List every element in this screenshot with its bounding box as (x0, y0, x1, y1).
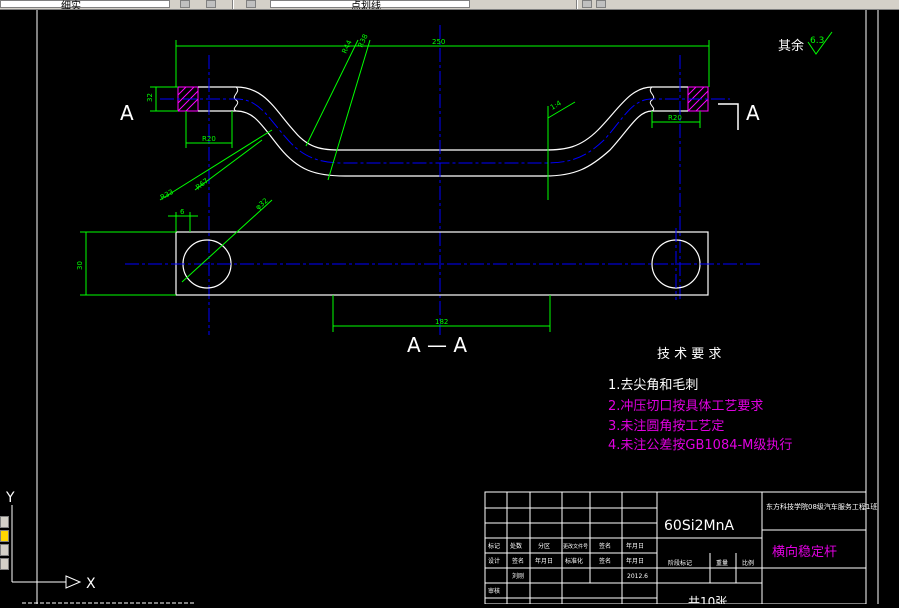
layer-properties-button[interactable] (206, 0, 216, 8)
tb-header-zone: 分区 (538, 542, 550, 550)
dim-text-center-distance: 182 (435, 318, 448, 326)
ucs-y-label: Y (5, 490, 15, 506)
tb-designer: 刘刚 (512, 572, 524, 580)
tech-requirements-title: 技 术 要 求 (657, 347, 721, 362)
tb-header-standard-date: 年月日 (626, 557, 644, 565)
leader-hole-diameter (181, 199, 273, 283)
dim-text-height: 32 (146, 93, 154, 102)
tb-header-design-date: 年月日 (535, 557, 553, 565)
linetype-combo[interactable]: 点划线 (270, 0, 470, 10)
toolbar: 细实 点划线 (0, 0, 899, 10)
drawing-svg: 250 32 R20 R20 R44 R38 R33 R67 1:4 A A 其… (5, 10, 879, 608)
section-view-dimensions (80, 199, 551, 332)
leader-radius-b (327, 39, 371, 181)
tb-scale-label: 比例 (742, 559, 754, 567)
section-mark-right: A (746, 101, 760, 125)
dim-text-hole-offset: 6 (180, 208, 185, 216)
tb-header-design-sign: 签名 (512, 557, 524, 565)
tb-header-standard: 标准化 (565, 557, 583, 565)
layer-combo-text: 细实 (61, 1, 81, 10)
surface-note: 其余 (778, 38, 804, 54)
dim-text-radius-c: R33 (159, 188, 175, 202)
dim-text-overall: 250 (432, 38, 445, 46)
tb-header-date: 年月日 (626, 542, 644, 550)
ucs-x-arrow (65, 575, 82, 589)
tb-school-line: 东方科技学院08级汽车服务工程1班 (766, 502, 877, 511)
dim-text-radius-d: R67 (194, 177, 210, 192)
front-view (160, 25, 730, 335)
layer-dropdown-button[interactable] (180, 0, 190, 8)
ucs-icon: Y X (5, 490, 96, 592)
roughness-value: 6.3 (810, 36, 824, 46)
tb-review: 审核 (488, 587, 500, 595)
tb-stage-label: 阶段标记 (668, 559, 692, 567)
bar-outline-top (198, 86, 688, 151)
tb-header-design: 设计 (488, 557, 500, 565)
tb-part-name: 横向稳定杆 (772, 544, 837, 560)
tb-header-change-doc: 更改文件号 (563, 543, 588, 550)
section-title: A — A (407, 333, 467, 357)
layer-icon[interactable] (246, 0, 256, 8)
side-tool-button[interactable] (0, 544, 9, 556)
side-tool-button[interactable] (0, 530, 9, 542)
section-view (125, 228, 760, 300)
tb-sheet: 共10张 (688, 595, 727, 604)
dim-text-hole-diameter: φ32 (254, 197, 270, 212)
toolbar-separator (232, 0, 234, 9)
side-tool-button[interactable] (0, 516, 9, 528)
tb-header-sign: 签名 (599, 542, 611, 550)
layer-combo[interactable]: 细实 (0, 0, 170, 10)
tech-requirement-item-4: 4.未注公差按GB1084-M级执行 (608, 438, 792, 453)
side-tool-button[interactable] (0, 558, 9, 570)
color-icon[interactable] (582, 0, 592, 8)
tb-date: 2012.6 (627, 573, 648, 580)
section-mark-left: A (120, 101, 134, 125)
plot-style-icon[interactable] (596, 0, 606, 8)
ucs-x-label: X (86, 576, 96, 592)
tech-requirement-item-3: 3.未注圆角按工艺定 (608, 419, 724, 434)
leader-radius-c (159, 129, 273, 201)
drawing-canvas[interactable]: 250 32 R20 R20 R44 R38 R33 R67 1:4 A A 其… (0, 10, 899, 608)
tb-header-standard-sign: 签名 (599, 557, 611, 565)
dim-text-plate-width: 30 (76, 261, 84, 270)
dim-text-end-right: R20 (668, 114, 682, 122)
tech-requirement-item-1: 1.去尖角和毛刺 (608, 378, 698, 393)
toolbar-separator (576, 0, 578, 9)
bar-centerline (160, 98, 730, 164)
tb-header-mark: 标记 (488, 542, 500, 550)
linetype-combo-text: 点划线 (351, 1, 381, 10)
tb-material: 60Si2MnA (664, 518, 734, 534)
tb-weight-label: 重量 (716, 559, 728, 567)
tech-requirement-item-2: 2.冲压切口按具体工艺要求 (608, 399, 763, 414)
leader-radius-a (305, 39, 359, 147)
section-view-dimension-text: 30 6 φ32 182 (76, 197, 448, 326)
section-arrow-right (718, 103, 739, 130)
dim-text-end-left: R20 (202, 135, 216, 143)
tb-header-count: 处数 (510, 542, 522, 550)
